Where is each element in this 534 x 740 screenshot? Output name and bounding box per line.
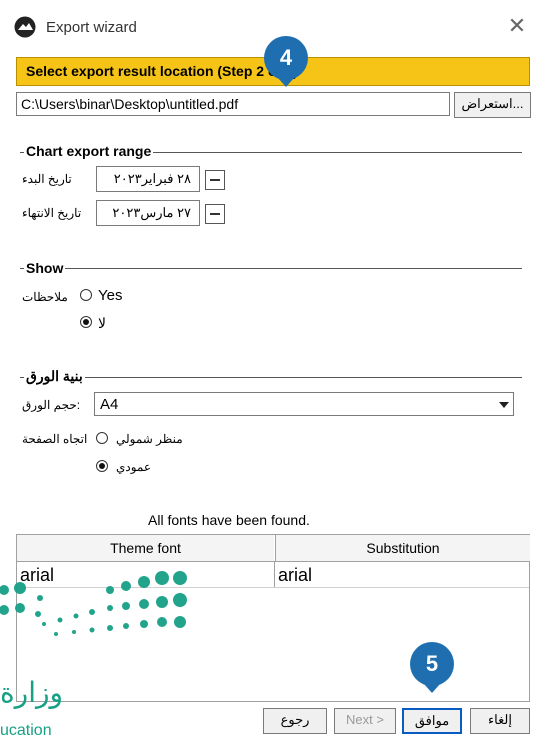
column-header-theme-font[interactable]: Theme font — [17, 535, 274, 562]
step-badge-4-pointer — [278, 78, 294, 87]
start-date-picker-icon[interactable] — [205, 170, 225, 190]
app-logo-icon — [14, 16, 36, 38]
cancel-button[interactable]: إلغاء — [470, 708, 530, 734]
fonts-status: All fonts have been found. — [148, 512, 310, 528]
ministry-logo-watermark — [0, 571, 187, 636]
radio-no[interactable] — [80, 316, 92, 328]
column-header-substitution[interactable]: Substitution — [275, 535, 530, 562]
window-title: Export wizard — [46, 19, 137, 36]
paper-size-select[interactable] — [94, 392, 514, 416]
column-divider — [274, 561, 275, 587]
paper-size-value: A4 — [100, 396, 119, 413]
notes-label: ملاحظات — [22, 290, 68, 304]
next-button[interactable]: Next > — [334, 708, 396, 734]
watermark-subtext: ucation — [0, 722, 52, 739]
landscape-label: منظر شمولي — [116, 432, 183, 446]
start-date-field[interactable]: ٢٨ فبراير٢٠٢٣ — [96, 166, 200, 192]
paper-size-label: حجم الورق: — [22, 398, 81, 412]
radio-portrait[interactable] — [96, 460, 108, 472]
back-button[interactable]: رجوع — [263, 708, 327, 734]
start-date-label: تاريخ البدء — [22, 172, 72, 186]
group-divider — [20, 268, 522, 269]
show-title: Show — [24, 260, 66, 276]
paper-title: بنية الورق — [24, 368, 85, 385]
radio-yes[interactable] — [80, 289, 92, 301]
yes-label: Yes — [98, 287, 123, 304]
file-path-input[interactable] — [16, 92, 450, 116]
step-badge-5-pointer — [424, 684, 440, 693]
step-badge-4: 4 — [264, 36, 308, 80]
group-divider — [20, 377, 522, 378]
chevron-down-icon — [499, 402, 509, 408]
end-date-field[interactable]: ٢٧ مارس٢٠٢٣ — [96, 200, 200, 226]
radio-landscape[interactable] — [96, 432, 108, 444]
step-title: Select export result location (Step 2 of… — [26, 63, 298, 79]
ok-button[interactable]: موافق — [402, 708, 462, 734]
orientation-label: اتجاه الصفحة — [22, 432, 88, 446]
browse-button[interactable]: استعراض... — [454, 92, 531, 118]
close-button[interactable]: ✕ — [506, 14, 528, 38]
end-date-picker-icon[interactable] — [205, 204, 225, 224]
step-badge-5: 5 — [410, 642, 454, 686]
portrait-label: عمودي — [116, 460, 152, 474]
no-label: لا — [98, 315, 106, 331]
end-date-label: تاريخ الانتهاء — [22, 206, 82, 220]
chart-range-title: Chart export range — [24, 143, 154, 159]
watermark-text: وزارة — [0, 676, 64, 709]
table-cell-substitution[interactable]: arial — [278, 565, 312, 586]
